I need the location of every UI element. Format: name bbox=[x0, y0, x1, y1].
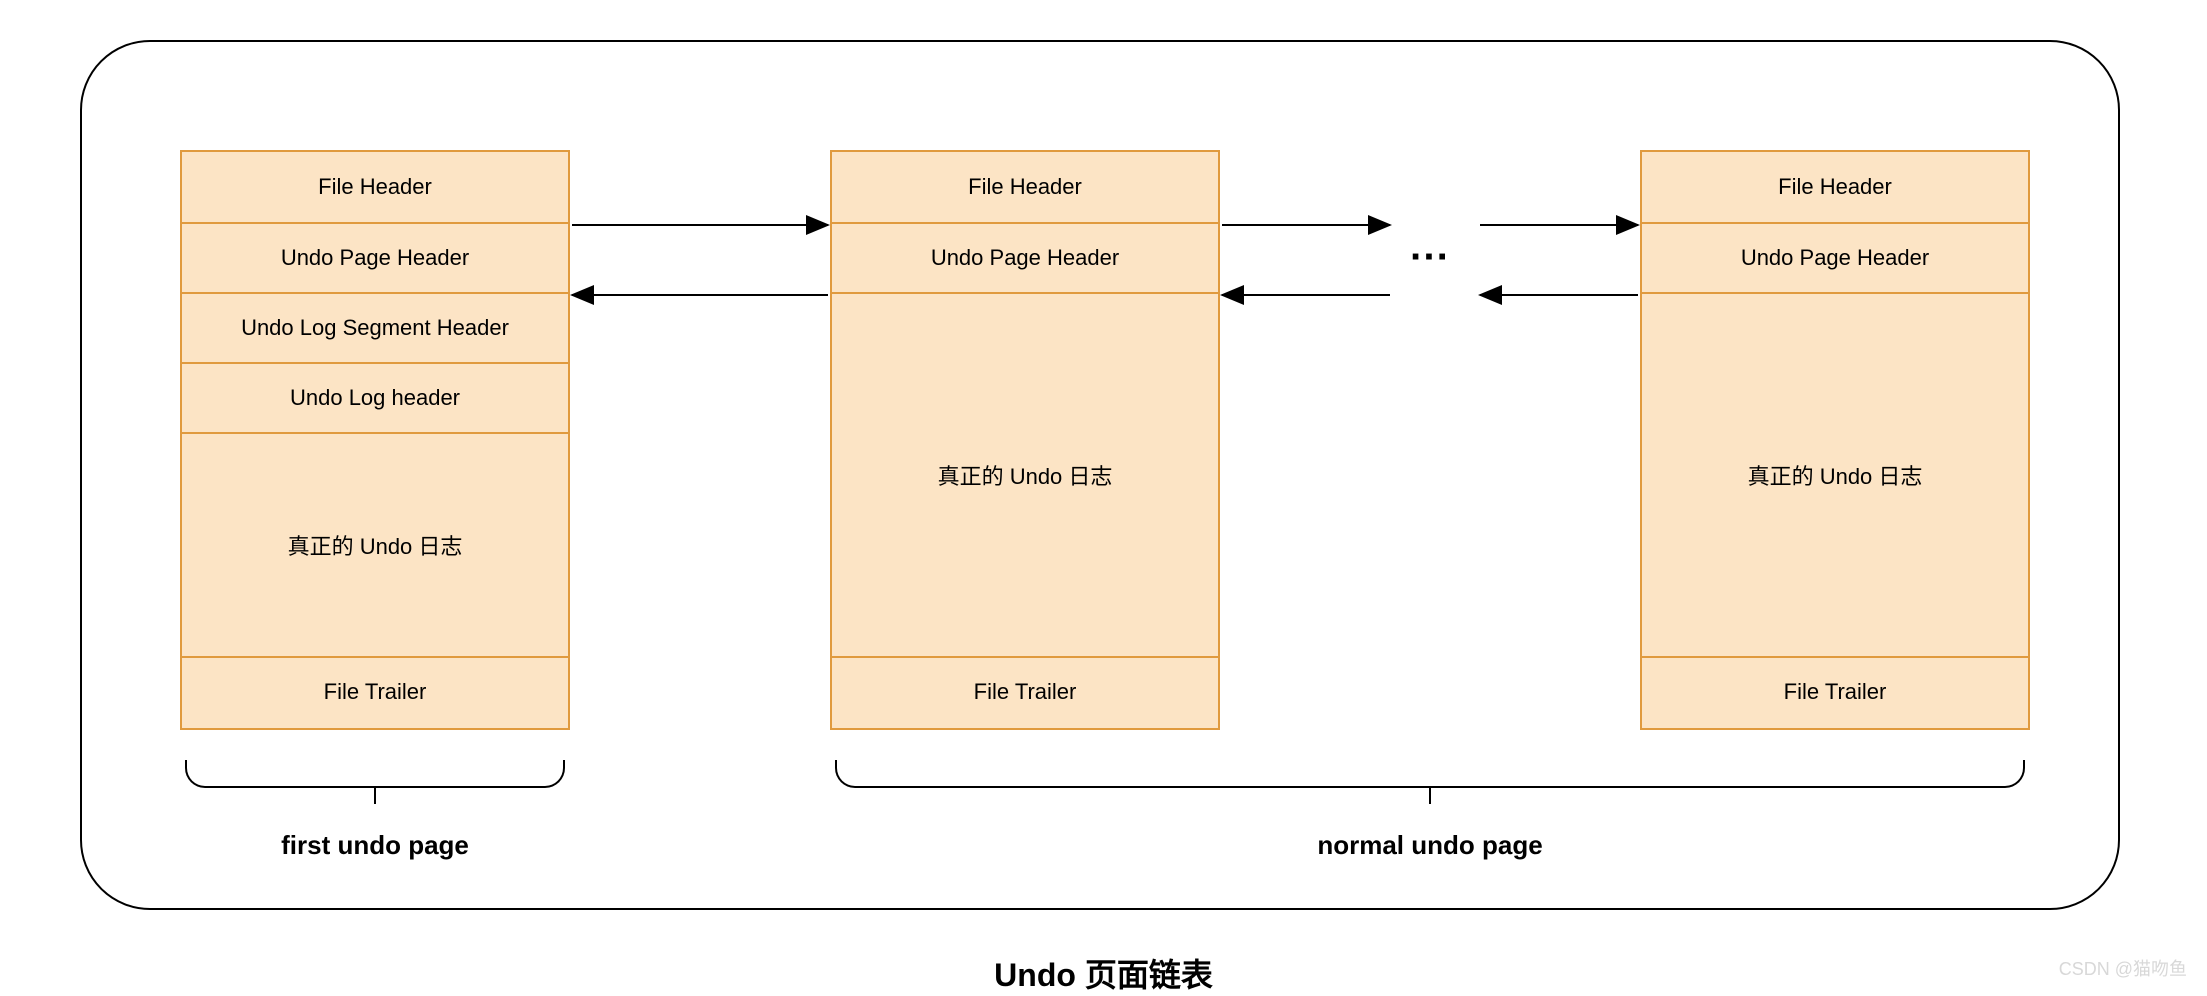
diagram-caption: Undo 页面链表 bbox=[0, 950, 2207, 996]
p1-real-undo-log: 真正的 Undo 日志 bbox=[182, 432, 568, 656]
normal-undo-page-2: File Header Undo Page Header 真正的 Undo 日志… bbox=[1640, 150, 2030, 730]
p2-file-header: File Header bbox=[832, 152, 1218, 222]
brace-normal bbox=[835, 760, 2025, 788]
p3-real-undo-log: 真正的 Undo 日志 bbox=[1642, 292, 2028, 656]
p1-undo-log-header: Undo Log header bbox=[182, 362, 568, 432]
normal-undo-page-1: File Header Undo Page Header 真正的 Undo 日志… bbox=[830, 150, 1220, 730]
brace-normal-stem bbox=[1429, 788, 1431, 804]
p3-undo-page-header: Undo Page Header bbox=[1642, 222, 2028, 292]
p2-real-undo-log: 真正的 Undo 日志 bbox=[832, 292, 1218, 656]
p2-undo-page-header: Undo Page Header bbox=[832, 222, 1218, 292]
brace-first-stem bbox=[374, 788, 376, 804]
p3-file-trailer: File Trailer bbox=[1642, 656, 2028, 726]
p1-undo-page-header: Undo Page Header bbox=[182, 222, 568, 292]
watermark: CSDN @猫吻鱼 bbox=[2059, 955, 2187, 981]
brace-normal-label: normal undo page bbox=[830, 830, 2030, 861]
p1-undo-log-segment-header: Undo Log Segment Header bbox=[182, 292, 568, 362]
brace-first bbox=[185, 760, 565, 788]
first-undo-page: File Header Undo Page Header Undo Log Se… bbox=[180, 150, 570, 730]
p1-file-trailer: File Trailer bbox=[182, 656, 568, 726]
brace-first-label: first undo page bbox=[180, 830, 570, 861]
p2-file-trailer: File Trailer bbox=[832, 656, 1218, 726]
p3-file-header: File Header bbox=[1642, 152, 2028, 222]
p1-file-header: File Header bbox=[182, 152, 568, 222]
ellipsis: ··· bbox=[1410, 235, 1450, 280]
